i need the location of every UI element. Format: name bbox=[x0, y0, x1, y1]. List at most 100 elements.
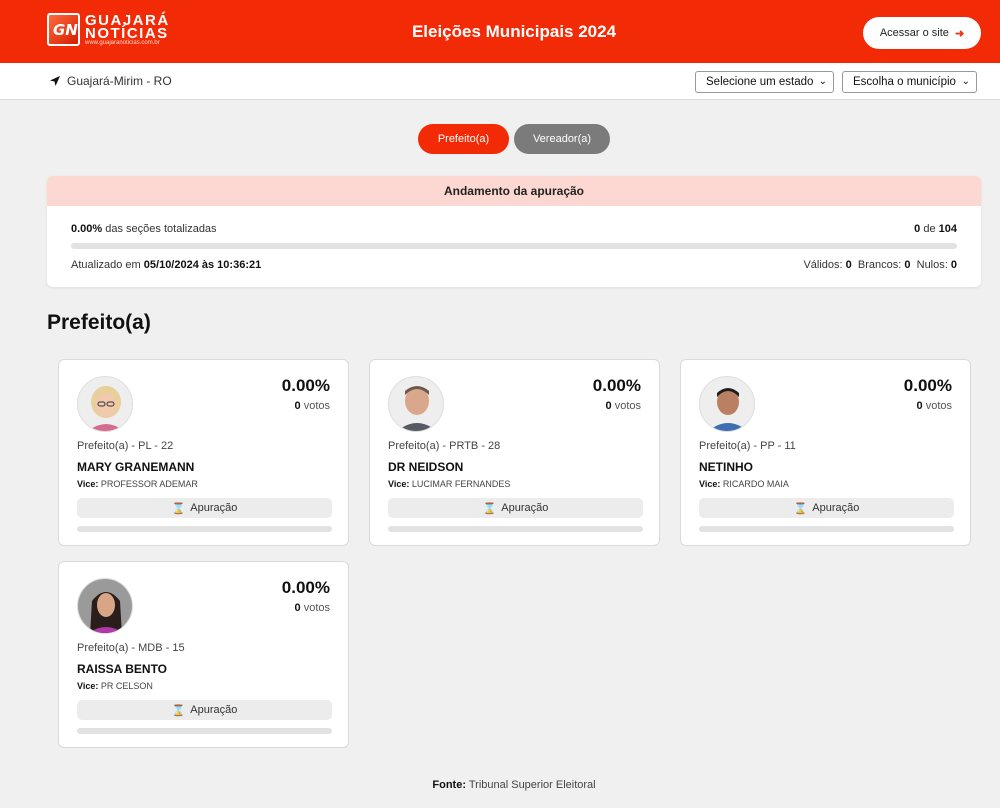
apuracao-progress-bar bbox=[71, 243, 957, 249]
candidate-votes: 0 votos bbox=[295, 400, 330, 412]
apuracao-button-label: Apuração bbox=[190, 704, 238, 716]
candidate-party: Prefeito(a) - PRTB - 28 bbox=[388, 440, 501, 452]
sections-count-value: 0 bbox=[914, 223, 921, 235]
apuracao-button-label: Apuração bbox=[812, 502, 860, 514]
validos-value: 0 bbox=[845, 259, 852, 271]
hourglass-icon: ⌛ bbox=[171, 704, 186, 717]
votes-label: votos bbox=[925, 400, 952, 412]
apuracao-button[interactable]: ⌛ Apuração bbox=[699, 498, 954, 518]
candidate-card: 0.00% 0 votos Prefeito(a) - PL - 22 MARY… bbox=[58, 359, 349, 546]
location-label: Guajará-Mirim - RO bbox=[67, 74, 172, 88]
vice-name: LUCIMAR FERNANDES bbox=[411, 479, 511, 489]
candidate-name: RAISSA BENTO bbox=[77, 662, 168, 676]
avatar bbox=[388, 376, 444, 432]
sign-out-icon: ➜ bbox=[954, 27, 965, 40]
candidate-progress-bar bbox=[77, 728, 332, 734]
tab-vereador[interactable]: Vereador(a) bbox=[514, 124, 610, 154]
candidate-name: NETINHO bbox=[699, 460, 753, 474]
hourglass-icon: ⌛ bbox=[793, 502, 808, 515]
footer-source-name: Tribunal Superior Eleitoral bbox=[468, 779, 596, 791]
apuracao-panel: Andamento da apuração 0.00% das seções t… bbox=[47, 176, 981, 287]
access-site-button[interactable]: Acessar o site ➜ bbox=[863, 17, 981, 49]
apuracao-title: Andamento da apuração bbox=[47, 176, 981, 206]
state-select[interactable]: Selecione um estado ⌄ bbox=[695, 71, 834, 93]
chevron-down-icon: ⌄ bbox=[961, 76, 970, 87]
candidate-percent: 0.00% bbox=[592, 376, 641, 395]
city-select-value: Escolha o município bbox=[853, 76, 956, 88]
current-location: Guajará-Mirim - RO bbox=[49, 74, 172, 88]
updated-value: 05/10/2024 às 10:36:21 bbox=[143, 259, 262, 271]
candidate-vice: Vice: PROFESSOR ADEMAR bbox=[77, 479, 198, 489]
location-arrow-icon bbox=[50, 76, 60, 86]
hourglass-icon: ⌛ bbox=[482, 502, 497, 515]
updated-label: Atualizado em bbox=[71, 259, 141, 271]
updated-at: Atualizado em 05/10/2024 às 10:36:21 bbox=[71, 259, 261, 271]
candidate-percent: 0.00% bbox=[281, 376, 330, 395]
apuracao-button[interactable]: ⌛ Apuração bbox=[77, 498, 332, 518]
apuracao-button-label: Apuração bbox=[190, 502, 238, 514]
votes-label: votos bbox=[303, 400, 330, 412]
votes-label: votos bbox=[303, 602, 330, 614]
candidate-party: Prefeito(a) - MDB - 15 bbox=[77, 642, 185, 654]
nulos-label: Nulos: bbox=[916, 259, 948, 271]
vice-name: PR CELSON bbox=[100, 681, 153, 691]
vice-label: Vice: bbox=[699, 479, 721, 489]
candidate-votes: 0 votos bbox=[917, 400, 952, 412]
votes-value: 0 bbox=[294, 400, 301, 412]
votes-label: votos bbox=[614, 400, 641, 412]
candidate-progress-bar bbox=[699, 526, 954, 532]
footer-label: Fonte: bbox=[432, 779, 466, 791]
candidate-party: Prefeito(a) - PP - 11 bbox=[699, 440, 796, 452]
nulos-value: 0 bbox=[950, 259, 957, 271]
candidate-vice: Vice: LUCIMAR FERNANDES bbox=[388, 479, 510, 489]
apuracao-button[interactable]: ⌛ Apuração bbox=[388, 498, 643, 518]
candidate-party: Prefeito(a) - PL - 22 bbox=[77, 440, 174, 452]
candidate-progress-bar bbox=[388, 526, 643, 532]
sections-total: 104 bbox=[938, 223, 957, 235]
avatar bbox=[77, 578, 133, 634]
candidate-progress-bar bbox=[77, 526, 332, 532]
sections-count: 0 de 104 bbox=[914, 223, 957, 235]
validos-label: Válidos: bbox=[803, 259, 843, 271]
apuracao-button[interactable]: ⌛ Apuração bbox=[77, 700, 332, 720]
vice-label: Vice: bbox=[388, 479, 410, 489]
candidate-percent: 0.00% bbox=[281, 578, 330, 597]
hourglass-icon: ⌛ bbox=[171, 502, 186, 515]
candidate-votes: 0 votos bbox=[295, 602, 330, 614]
candidate-card: 0.00% 0 votos Prefeito(a) - PRTB - 28 DR… bbox=[369, 359, 660, 546]
chevron-down-icon: ⌄ bbox=[818, 76, 827, 87]
brancos-label: Brancos: bbox=[857, 259, 902, 271]
top-bar: GN GUAJARÁ NOTÍCIAS www.guajaranoticias.… bbox=[0, 0, 1000, 63]
access-site-label: Acessar o site bbox=[879, 27, 949, 39]
sections-count-sep: de bbox=[923, 223, 936, 235]
vote-totals: Válidos: 0 Brancos: 0 Nulos: 0 bbox=[803, 259, 957, 271]
votes-value: 0 bbox=[605, 400, 612, 412]
candidate-name: DR NEIDSON bbox=[388, 460, 464, 474]
votes-value: 0 bbox=[916, 400, 923, 412]
footer-source: Fonte: Tribunal Superior Eleitoral bbox=[0, 779, 1000, 791]
candidate-card: 0.00% 0 votos Prefeito(a) - PP - 11 NETI… bbox=[680, 359, 971, 546]
brancos-value: 0 bbox=[904, 259, 911, 271]
vice-name: RICARDO MAIA bbox=[722, 479, 789, 489]
vice-name: PROFESSOR ADEMAR bbox=[100, 479, 198, 489]
page-title: Eleições Municipais 2024 bbox=[411, 22, 617, 41]
section-title: Prefeito(a) bbox=[47, 311, 151, 334]
candidate-percent: 0.00% bbox=[903, 376, 952, 395]
location-bar: Guajará-Mirim - RO Selecione um estado ⌄… bbox=[0, 63, 1000, 100]
sections-percent-text: das seções totalizadas bbox=[105, 223, 217, 235]
candidate-name: MARY GRANEMANN bbox=[77, 460, 195, 474]
avatar bbox=[699, 376, 755, 432]
vice-label: Vice: bbox=[77, 681, 99, 691]
city-select[interactable]: Escolha o município ⌄ bbox=[842, 71, 977, 93]
candidate-votes: 0 votos bbox=[606, 400, 641, 412]
tab-prefeito[interactable]: Prefeito(a) bbox=[418, 124, 509, 154]
apuracao-button-label: Apuração bbox=[501, 502, 549, 514]
candidate-card: 0.00% 0 votos Prefeito(a) - MDB - 15 RAI… bbox=[58, 561, 349, 748]
candidate-vice: Vice: RICARDO MAIA bbox=[699, 479, 789, 489]
state-select-value: Selecione um estado bbox=[706, 76, 814, 88]
sections-percent-value: 0.00% bbox=[71, 223, 103, 235]
vice-label: Vice: bbox=[77, 479, 99, 489]
votes-value: 0 bbox=[294, 602, 301, 614]
candidate-vice: Vice: PR CELSON bbox=[77, 681, 153, 691]
sections-percent: 0.00% das seções totalizadas bbox=[71, 223, 217, 235]
